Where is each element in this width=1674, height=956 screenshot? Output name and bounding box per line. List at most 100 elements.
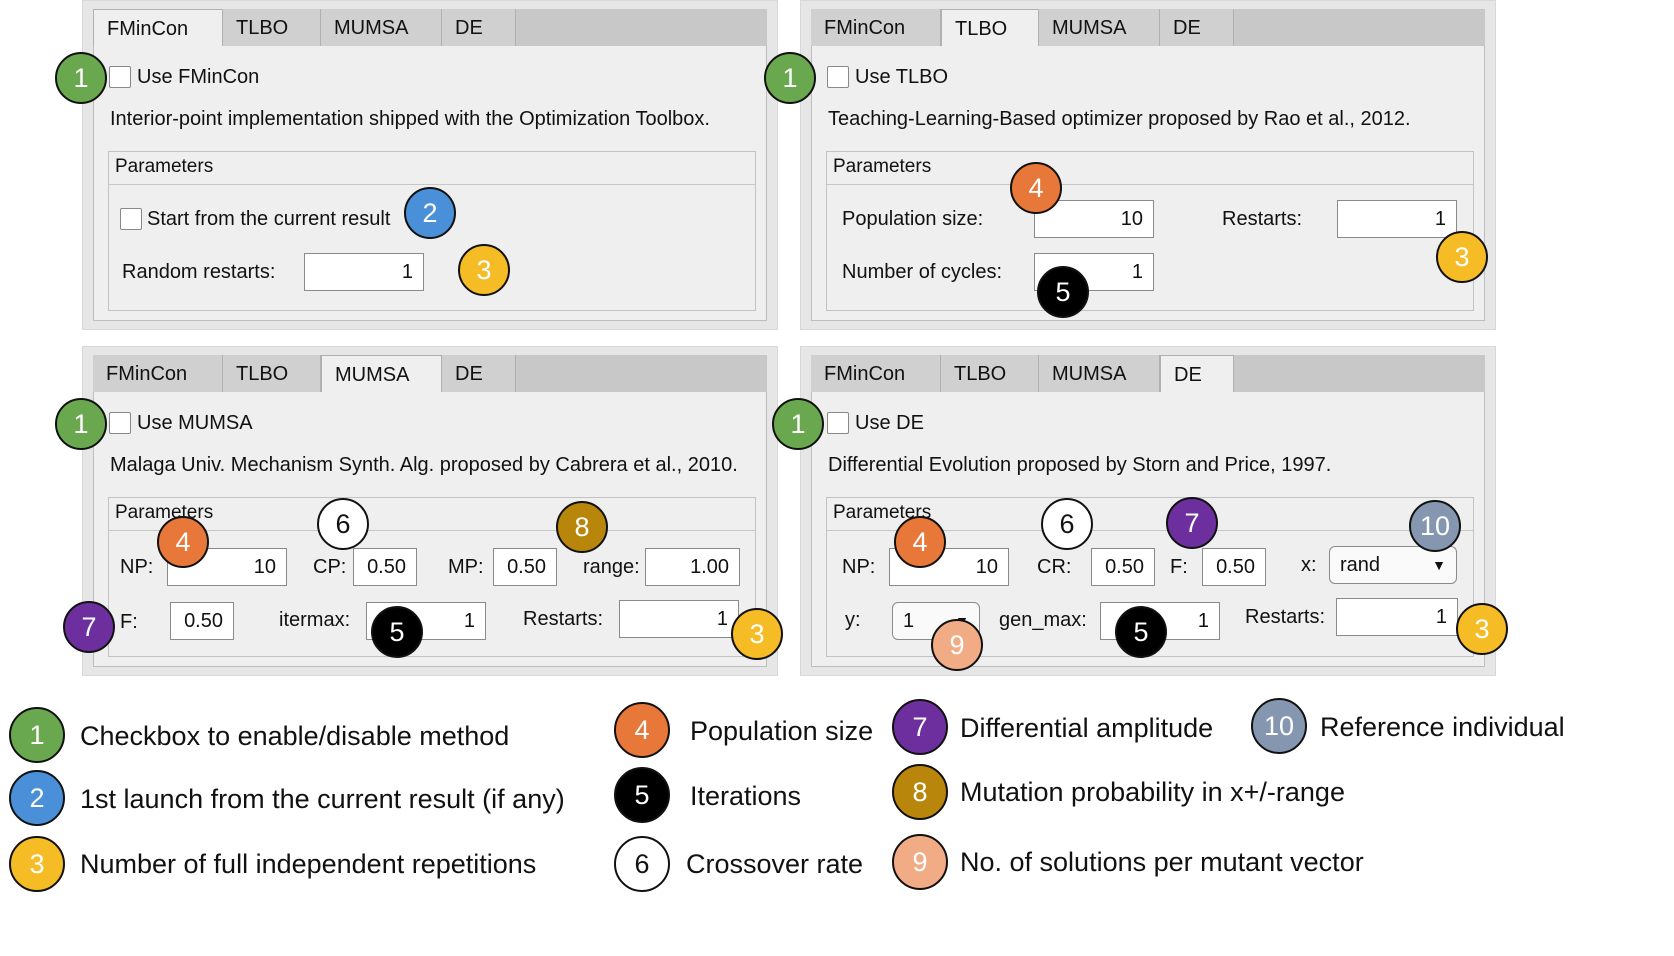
tab-content: Use TLBO Teaching-Learning-Based optimiz… <box>811 46 1485 321</box>
tab-fmincon[interactable]: FMinCon <box>93 9 223 47</box>
tlbo-panel: FMinCon TLBO MUMSA DE Use TLBO Teaching-… <box>800 0 1496 330</box>
population-size-label: Population size: <box>842 208 984 230</box>
use-fmincon-checkbox[interactable] <box>109 66 131 88</box>
chevron-down-icon: ▼ <box>1432 557 1446 573</box>
parameters-group: Parameters NP: 10 CP: 0.50 MP: 0.50 rang… <box>108 497 756 657</box>
f-field[interactable]: 0.50 <box>1202 548 1266 586</box>
use-de-checkbox[interactable] <box>827 412 849 434</box>
badge-6: 6 <box>317 498 369 550</box>
parameters-group: Parameters Population size: 10 Restarts:… <box>826 151 1474 311</box>
legend-badge-7: 7 <box>892 699 948 755</box>
x-select-value: rand <box>1340 554 1381 576</box>
tab-content: Use FMinCon Interior-point implementatio… <box>93 46 767 321</box>
f-label: F: <box>120 611 138 633</box>
legend-badge-8: 8 <box>892 764 948 820</box>
badge-5: 5 <box>371 606 423 658</box>
use-mumsa-label: Use MUMSA <box>137 412 253 434</box>
tab-bar: FMinCon TLBO MUMSA DE <box>811 355 1485 393</box>
badge-2: 2 <box>404 187 456 239</box>
tab-mumsa[interactable]: MUMSA <box>1039 355 1160 392</box>
badge-3: 3 <box>1436 231 1488 283</box>
restarts-field[interactable]: 1 <box>619 600 739 638</box>
use-fmincon-label: Use FMinCon <box>137 66 260 88</box>
np-label: NP: <box>842 556 876 578</box>
parameters-title: Parameters <box>833 156 932 177</box>
cp-field[interactable]: 0.50 <box>353 548 417 586</box>
badge-1: 1 <box>772 398 824 450</box>
tab-tlbo[interactable]: TLBO <box>223 9 321 46</box>
restarts-label: Restarts: <box>523 608 604 630</box>
use-de-label: Use DE <box>855 412 924 434</box>
legend-badge-10: 10 <box>1251 698 1307 754</box>
legend-label-5: Iterations <box>690 781 802 811</box>
badge-3: 3 <box>731 608 783 660</box>
start-from-current-checkbox[interactable] <box>120 208 142 230</box>
mp-label: MP: <box>448 556 484 578</box>
badge-3: 3 <box>458 244 510 296</box>
tab-fmincon[interactable]: FMinCon <box>811 355 941 392</box>
legend-label-7: Differential amplitude <box>960 713 1214 743</box>
tab-de[interactable]: DE <box>1160 355 1234 393</box>
restarts-field[interactable]: 1 <box>1336 598 1458 636</box>
badge-5: 5 <box>1037 266 1089 318</box>
badge-4: 4 <box>1010 162 1062 214</box>
tab-de[interactable]: DE <box>1160 9 1234 46</box>
legend-label-4: Population size <box>690 716 874 746</box>
legend-badge-9: 9 <box>892 834 948 890</box>
legend-badge-6: 6 <box>614 836 670 892</box>
mumsa-panel: FMinCon TLBO MUMSA DE Use MUMSA Malaga U… <box>82 346 778 676</box>
parameters-title: Parameters <box>115 156 214 177</box>
badge-7: 7 <box>1166 497 1218 549</box>
restarts-field[interactable]: 1 <box>1337 200 1457 238</box>
legend-badge-2: 2 <box>9 770 65 826</box>
tab-tlbo[interactable]: TLBO <box>223 355 321 392</box>
badge-10: 10 <box>1409 500 1461 552</box>
use-tlbo-checkbox[interactable] <box>827 66 849 88</box>
tab-mumsa[interactable]: MUMSA <box>321 355 442 393</box>
tlbo-description: Teaching-Learning-Based optimizer propos… <box>828 108 1411 130</box>
tab-bar: FMinCon TLBO MUMSA DE <box>93 355 767 393</box>
tab-fmincon[interactable]: FMinCon <box>93 355 223 392</box>
tab-mumsa[interactable]: MUMSA <box>1039 9 1160 46</box>
start-from-current-label: Start from the current result <box>147 208 391 230</box>
badge-4: 4 <box>894 516 946 568</box>
tab-de[interactable]: DE <box>442 355 516 392</box>
legend-label-2: 1st launch from the current result (if a… <box>80 784 565 814</box>
range-label: range: <box>583 556 640 578</box>
f-field[interactable]: 0.50 <box>170 602 234 640</box>
badge-5: 5 <box>1115 606 1167 658</box>
legend-badge-3: 3 <box>9 836 65 892</box>
y-select-value: 1 <box>903 610 915 632</box>
badge-8: 8 <box>556 501 608 553</box>
cr-field[interactable]: 0.50 <box>1091 548 1155 586</box>
badge-6: 6 <box>1041 498 1093 550</box>
restarts-label: Restarts: <box>1245 606 1326 628</box>
use-mumsa-checkbox[interactable] <box>109 412 131 434</box>
tab-tlbo[interactable]: TLBO <box>941 355 1039 392</box>
badge-1: 1 <box>55 52 107 104</box>
np-label: NP: <box>120 556 154 578</box>
legend-label-9: No. of solutions per mutant vector <box>960 847 1364 877</box>
badge-9: 9 <box>931 619 983 671</box>
tab-mumsa[interactable]: MUMSA <box>321 9 442 46</box>
tab-tlbo[interactable]: TLBO <box>941 9 1039 47</box>
badge-7: 7 <box>63 601 115 653</box>
itermax-label: itermax: <box>279 609 351 631</box>
cr-label: CR: <box>1037 556 1072 578</box>
restarts-label: Restarts: <box>1222 208 1303 230</box>
mp-field[interactable]: 0.50 <box>493 548 557 586</box>
gen-max-label: gen_max: <box>999 609 1087 631</box>
fmincon-panel: FMinCon TLBO MUMSA DE Use FMinCon Interi… <box>82 0 778 330</box>
number-of-cycles-label: Number of cycles: <box>842 261 1003 283</box>
fmincon-description: Interior-point implementation shipped wi… <box>110 108 710 130</box>
legend-label-8: Mutation probability in x+/-range <box>960 777 1345 807</box>
tab-fmincon[interactable]: FMinCon <box>811 9 941 46</box>
legend-badge-5: 5 <box>614 767 670 823</box>
range-field[interactable]: 1.00 <box>645 548 740 586</box>
random-restarts-field[interactable]: 1 <box>304 253 424 291</box>
legend-label-3: Number of full independent repetitions <box>80 849 537 879</box>
y-label: y: <box>845 609 861 631</box>
x-label: x: <box>1301 554 1317 576</box>
tab-de[interactable]: DE <box>442 9 516 46</box>
de-description: Differential Evolution proposed by Storn… <box>828 454 1332 476</box>
